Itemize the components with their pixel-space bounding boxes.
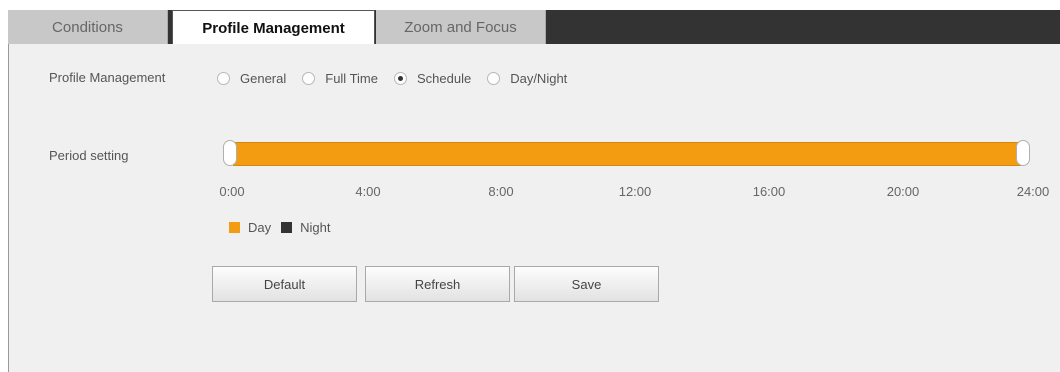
time-tick: 8:00 xyxy=(488,184,514,199)
radio-label-full-time: Full Time xyxy=(325,70,378,86)
radio-label-schedule: Schedule xyxy=(416,70,472,86)
time-tick: 16:00 xyxy=(752,184,786,199)
radio-button-day-night[interactable] xyxy=(487,71,501,85)
tab-bar: Conditions Profile Management Zoom and F… xyxy=(8,10,1060,46)
legend-night: Night xyxy=(281,220,330,235)
period-bar[interactable] xyxy=(233,142,1021,166)
refresh-button[interactable]: Refresh xyxy=(365,266,510,302)
period-end-handle[interactable] xyxy=(1016,140,1030,166)
radio-button-full-time[interactable] xyxy=(302,71,316,85)
radio-option-full-time[interactable]: Full Time xyxy=(302,71,378,86)
radio-option-schedule[interactable]: Schedule xyxy=(393,70,472,86)
profile-management-label: Profile Management xyxy=(49,70,166,85)
legend-night-label: Night xyxy=(300,220,331,235)
time-tick: 20:00 xyxy=(886,184,920,199)
radio-option-general[interactable]: General xyxy=(217,71,286,86)
radio-button-schedule[interactable] xyxy=(393,71,407,85)
tab-zoom-and-focus[interactable]: Zoom and Focus xyxy=(376,10,546,44)
time-tick: 4:00 xyxy=(355,184,381,199)
settings-panel: Profile Management General Full Time Sch… xyxy=(8,44,1060,372)
time-tick: 0:00 xyxy=(219,184,245,199)
save-button[interactable]: Save xyxy=(514,266,659,302)
default-button[interactable]: Default xyxy=(212,266,357,302)
radio-label-general: General xyxy=(240,70,287,86)
period-setting-label: Period setting xyxy=(49,148,129,163)
radio-option-day-night[interactable]: Day/Night xyxy=(487,71,567,86)
legend-day-label: Day xyxy=(248,220,272,235)
period-start-handle[interactable] xyxy=(223,140,237,166)
tab-profile-management[interactable]: Profile Management xyxy=(172,10,375,46)
legend: Day Night xyxy=(229,220,340,235)
legend-day: Day xyxy=(229,220,271,235)
time-tick: 12:00 xyxy=(618,184,652,199)
night-swatch xyxy=(281,222,293,233)
radio-button-general[interactable] xyxy=(217,71,230,85)
day-swatch xyxy=(229,222,240,233)
tab-conditions[interactable]: Conditions xyxy=(8,10,168,44)
radio-label-day-night: Day/Night xyxy=(510,70,568,86)
time-tick: 24:00 xyxy=(1016,184,1050,199)
profile-radio-group: General Full Time Schedule Day/Night xyxy=(217,68,583,88)
